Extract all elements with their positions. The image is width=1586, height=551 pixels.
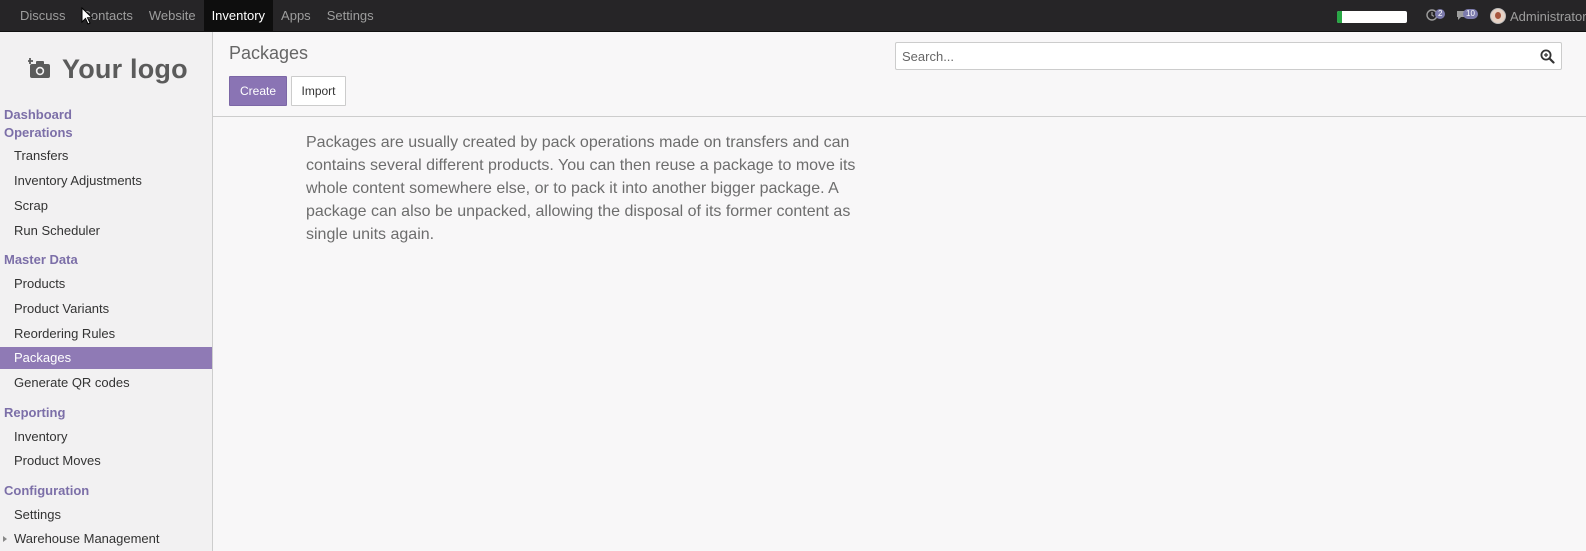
- empty-list-help-text: Packages are usually created by pack ope…: [306, 134, 856, 243]
- sidebar-item-label: Warehouse Management: [14, 531, 160, 546]
- sidebar-item-settings[interactable]: Settings: [0, 504, 212, 526]
- app-menu: Discuss Contacts Website Inventory Apps …: [12, 0, 382, 31]
- sidebar-item-products[interactable]: Products: [0, 273, 212, 295]
- sidebar-item-inventory-report[interactable]: Inventory: [0, 426, 212, 448]
- nav-discuss[interactable]: Discuss: [12, 0, 74, 31]
- sidebar-item-packages[interactable]: Packages: [0, 347, 212, 369]
- menu-section-configuration[interactable]: Configuration: [4, 483, 89, 498]
- nav-settings[interactable]: Settings: [319, 0, 382, 31]
- sidebar-item-product-variants[interactable]: Product Variants: [0, 298, 212, 320]
- sidebar-item-scrap[interactable]: Scrap: [0, 195, 212, 217]
- nav-apps[interactable]: Apps: [273, 0, 319, 31]
- messages-count-badge: 10: [1463, 9, 1478, 19]
- control-panel-divider: [213, 116, 1586, 117]
- mouse-cursor-icon: [81, 6, 94, 28]
- search-input[interactable]: [902, 45, 1522, 67]
- caret-right-icon: [3, 536, 7, 542]
- messaging-menu[interactable]: 10: [1456, 8, 1482, 22]
- search-icon[interactable]: [1540, 49, 1555, 67]
- sidebar-item-transfers[interactable]: Transfers: [0, 145, 212, 167]
- page-title: Packages: [229, 43, 309, 63]
- top-navbar: Discuss Contacts Website Inventory Apps …: [0, 0, 1586, 32]
- sidebar-item-reordering-rules[interactable]: Reordering Rules: [0, 323, 212, 345]
- nav-website[interactable]: Website: [141, 0, 204, 31]
- sidebar-item-generate-qr-codes[interactable]: Generate QR codes: [0, 372, 212, 394]
- search-bar: [895, 42, 1562, 70]
- menu-section-reporting[interactable]: Reporting: [4, 405, 65, 420]
- create-button[interactable]: Create: [229, 76, 287, 106]
- onboarding-progress-bar[interactable]: [1337, 11, 1407, 23]
- menu-section-dashboard[interactable]: Dashboard: [4, 107, 72, 122]
- user-avatar: [1490, 8, 1506, 24]
- logo-text: Your logo: [62, 53, 188, 84]
- activity-menu[interactable]: 2: [1426, 8, 1450, 22]
- import-button[interactable]: Import: [291, 76, 346, 106]
- nav-inventory[interactable]: Inventory: [203, 0, 274, 31]
- sidebar-item-warehouse-management[interactable]: Warehouse Management: [0, 528, 212, 550]
- progress-fill: [1337, 11, 1342, 23]
- user-name: Administrator: [1510, 8, 1586, 24]
- menu-section-master-data[interactable]: Master Data: [4, 252, 78, 267]
- user-menu[interactable]: Administrator: [1490, 7, 1586, 25]
- sidebar-item-inventory-adjustments[interactable]: Inventory Adjustments: [0, 170, 212, 192]
- activity-count-badge: 2: [1435, 9, 1446, 19]
- menu-section-operations[interactable]: Operations: [4, 125, 73, 140]
- camera-icon: [27, 57, 52, 81]
- sidebar-item-product-moves[interactable]: Product Moves: [0, 450, 212, 472]
- sidebar-item-run-scheduler[interactable]: Run Scheduler: [0, 220, 212, 242]
- company-logo[interactable]: Your logo: [27, 52, 188, 86]
